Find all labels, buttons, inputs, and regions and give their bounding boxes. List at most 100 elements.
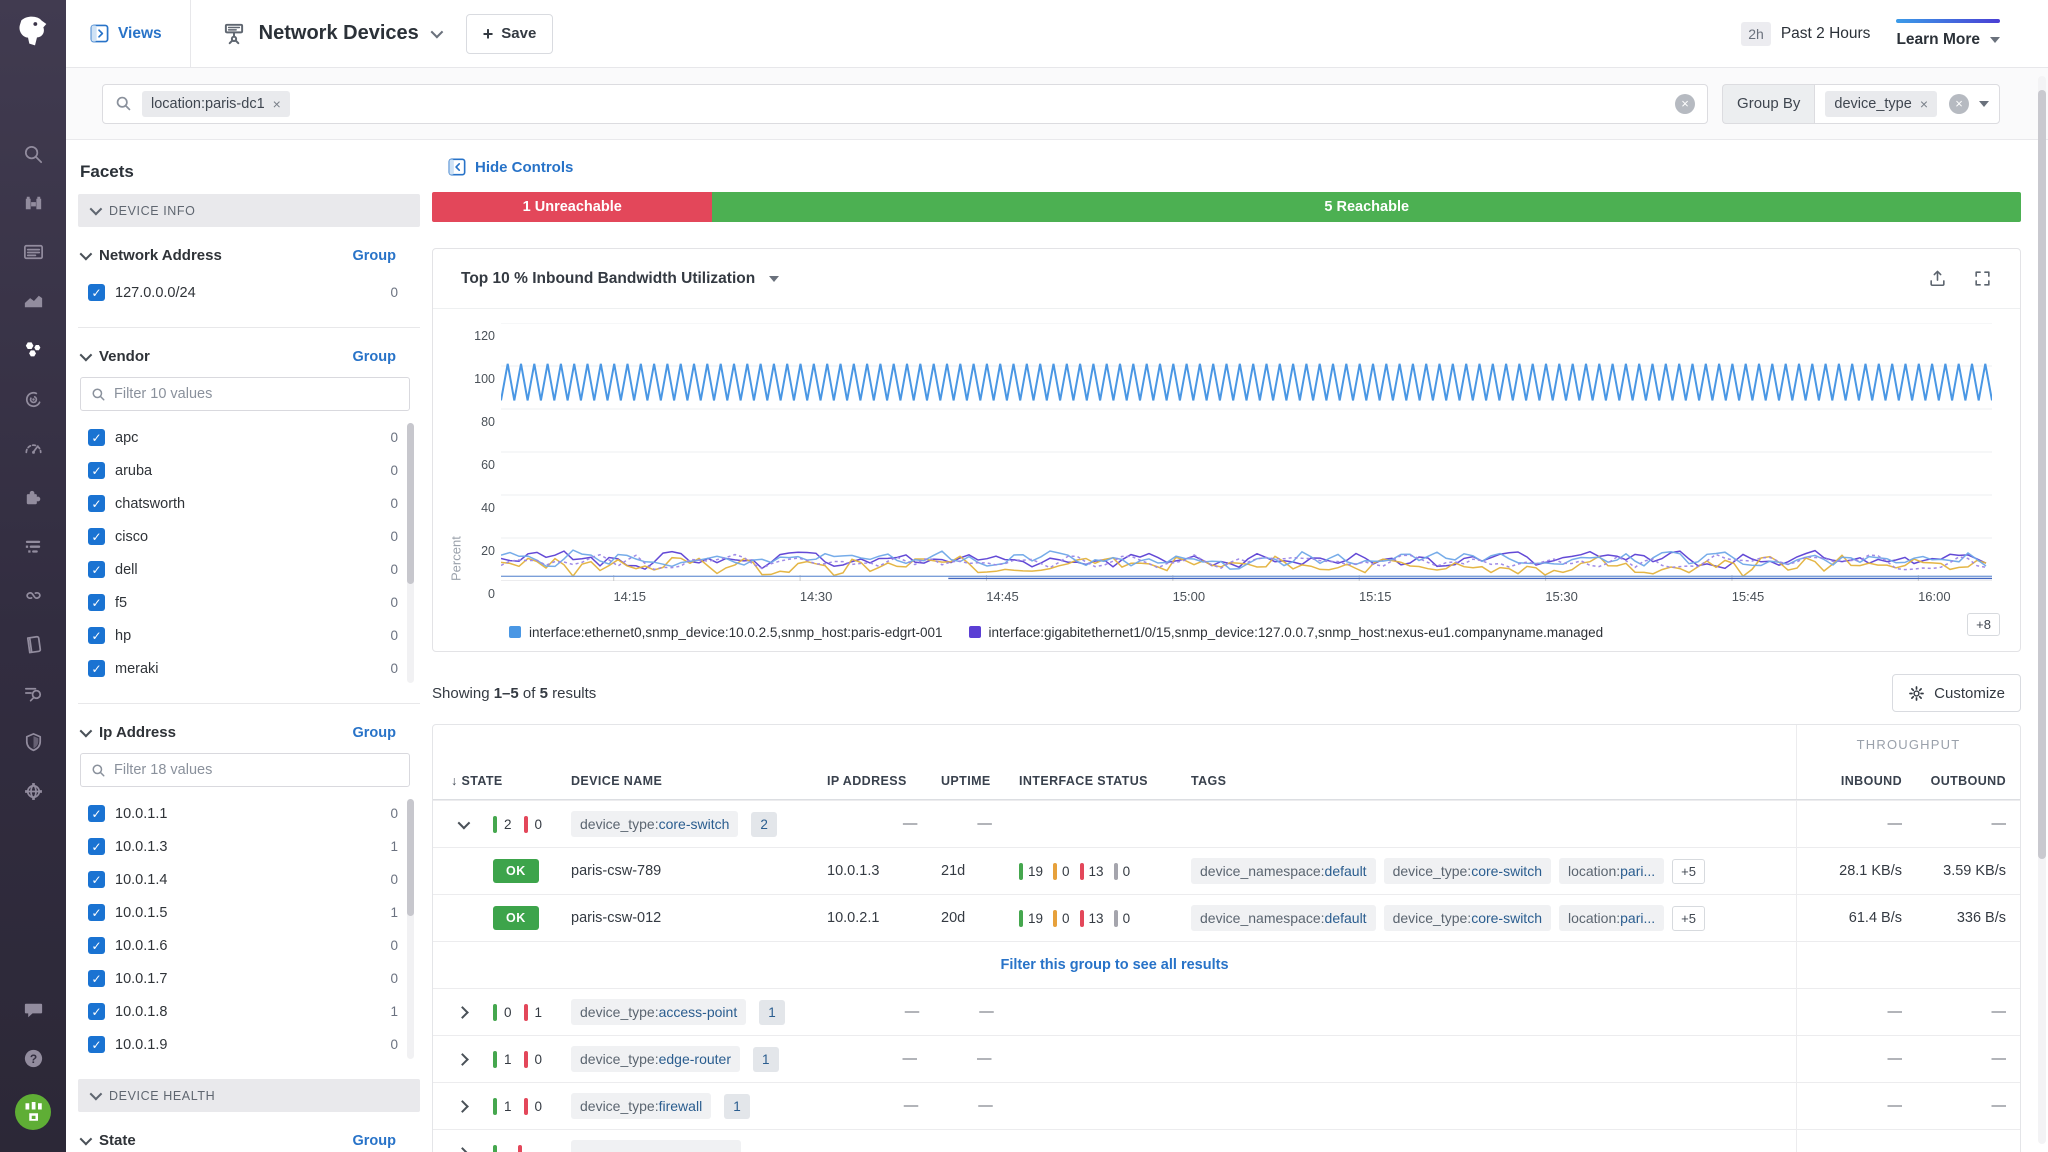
clear-search-icon[interactable]: × <box>1675 94 1695 114</box>
uptime-column-header[interactable]: UPTIME <box>941 774 1019 788</box>
checkbox-checked[interactable]: ✓ <box>88 871 105 888</box>
checkbox-checked[interactable]: ✓ <box>88 429 105 446</box>
save-button[interactable]: + Save <box>466 14 554 54</box>
group-tag[interactable]: device_type:firewall <box>571 1093 711 1119</box>
group-by-caret-icon[interactable] <box>1979 101 1989 107</box>
tags-column-header[interactable]: TAGS <box>1191 774 1796 788</box>
chart-plot[interactable] <box>501 323 1992 581</box>
ip-scrollbar[interactable] <box>407 799 414 1059</box>
checkbox-checked[interactable]: ✓ <box>88 495 105 512</box>
state-column-header[interactable]: ↓ STATE <box>433 774 571 788</box>
group-tag[interactable]: device_type:access-point <box>571 999 746 1025</box>
remove-filter-icon[interactable]: × <box>273 96 281 112</box>
group-link[interactable]: Group <box>353 1133 397 1149</box>
checkbox-checked[interactable]: ✓ <box>88 1003 105 1020</box>
table-group-row[interactable]: 0 1 device_type:access-point1 — — — — <box>433 988 2020 1035</box>
security-icon[interactable] <box>21 730 45 754</box>
group-by-tag[interactable]: device_type × <box>1825 91 1937 117</box>
search-icon[interactable] <box>21 142 45 166</box>
table-group-row[interactable]: 2 0 device_type:core-switch2 — — — — <box>433 800 2020 847</box>
search-filter-tag[interactable]: location:paris-dc1 × <box>142 91 290 117</box>
group-link[interactable]: Group <box>353 725 397 741</box>
facet-group-vendor[interactable]: Vendor Group <box>80 348 418 365</box>
device-tag[interactable]: location:pari... <box>1559 858 1664 884</box>
vendor-scrollbar[interactable] <box>407 423 414 683</box>
search-input[interactable]: location:paris-dc1 × × <box>102 84 1708 124</box>
table-device-row[interactable]: OK paris-csw-012 10.0.2.1 20d 19 0 13 0 … <box>433 894 2020 941</box>
checkbox-checked[interactable]: ✓ <box>88 284 105 301</box>
hide-controls-button[interactable]: Hide Controls <box>448 158 2021 176</box>
filter-group-link[interactable]: Filter this group to see all results <box>433 957 1796 973</box>
dashboards-icon[interactable] <box>21 240 45 264</box>
checkbox-checked[interactable]: ✓ <box>88 627 105 644</box>
ci-icon[interactable] <box>21 583 45 607</box>
chart-title-dropdown[interactable]: Top 10 % Inbound Bandwidth Utilization <box>461 270 779 288</box>
checkbox-checked[interactable]: ✓ <box>88 561 105 578</box>
group-by-value-box[interactable]: device_type × × <box>1814 84 2000 124</box>
network-icon[interactable] <box>21 779 45 803</box>
title-chevron-down-icon[interactable] <box>430 26 443 39</box>
metrics-icon[interactable] <box>21 289 45 313</box>
device-tag[interactable]: device_type:core-switch <box>1384 858 1551 884</box>
checkbox-checked[interactable]: ✓ <box>88 528 105 545</box>
time-range-picker[interactable]: 2h Past 2 Hours <box>1741 22 1870 46</box>
watchdog-icon[interactable] <box>21 191 45 215</box>
export-icon[interactable] <box>1928 269 1947 288</box>
group-link[interactable]: Group <box>353 248 397 264</box>
datadog-logo[interactable] <box>0 0 66 64</box>
checkbox-checked[interactable]: ✓ <box>88 937 105 954</box>
views-button[interactable]: Views <box>90 24 162 43</box>
device-name-column-header[interactable]: DEVICE NAME <box>571 774 827 788</box>
chat-feedback-icon[interactable] <box>21 998 45 1022</box>
remove-group-by-icon[interactable]: × <box>1920 96 1928 112</box>
device-tag[interactable]: location:pari... <box>1559 905 1664 931</box>
ip-column-header[interactable]: IP ADDRESS <box>827 774 941 788</box>
checkbox-checked[interactable]: ✓ <box>88 838 105 855</box>
outbound-column-header[interactable]: OUTBOUND <box>1902 774 2006 788</box>
learn-more-button[interactable]: Learn More <box>1896 19 2000 49</box>
device-name[interactable]: paris-csw-789 <box>571 863 827 879</box>
more-tags-badge[interactable]: +5 <box>1672 859 1705 884</box>
group-tag[interactable]: device_type:core-switch <box>571 811 738 837</box>
checkbox-checked[interactable]: ✓ <box>88 462 105 479</box>
checkbox-checked[interactable]: ✓ <box>88 594 105 611</box>
help-icon[interactable]: ? <box>21 1046 45 1070</box>
checkbox-checked[interactable]: ✓ <box>88 1036 105 1053</box>
clear-group-by-icon[interactable]: × <box>1949 94 1969 114</box>
inbound-column-header[interactable]: INBOUND <box>1802 774 1902 788</box>
facet-group-state[interactable]: State Group <box>80 1132 418 1149</box>
table-group-row[interactable]: 1 0 device_type:firewall1 — — — — <box>433 1082 2020 1129</box>
table-device-row[interactable]: OK paris-csw-789 10.0.1.3 21d 19 0 13 0 … <box>433 847 2020 894</box>
checkbox-checked[interactable]: ✓ <box>88 970 105 987</box>
integrations-icon[interactable] <box>21 485 45 509</box>
table-group-row-partial[interactable] <box>433 1129 2020 1152</box>
group-tag[interactable] <box>571 1140 741 1152</box>
device-tag[interactable]: device_namespace:default <box>1191 858 1376 884</box>
audit-trail-icon[interactable] <box>21 681 45 705</box>
facet-group-network-address[interactable]: Network Address Group <box>80 247 418 264</box>
page-scrollbar[interactable] <box>2038 76 2046 1144</box>
group-tag[interactable]: device_type:edge-router <box>571 1046 740 1072</box>
facet-section-device-health[interactable]: DEVICE HEALTH <box>78 1079 420 1112</box>
user-avatar[interactable] <box>15 1094 51 1130</box>
customize-button[interactable]: Customize <box>1892 674 2021 712</box>
gauge-icon[interactable] <box>21 436 45 460</box>
notebooks-icon[interactable] <box>21 632 45 656</box>
fullscreen-icon[interactable] <box>1973 269 1992 288</box>
log-pipelines-icon[interactable] <box>21 534 45 558</box>
checkbox-checked[interactable]: ✓ <box>88 805 105 822</box>
unreachable-segment[interactable]: 1 Unreachable <box>432 192 712 222</box>
page-title-group[interactable]: Network Devices <box>221 21 440 47</box>
facet-group-ip-address[interactable]: Ip Address Group <box>80 724 418 741</box>
table-group-row[interactable]: 1 0 device_type:edge-router1 — — — — <box>433 1035 2020 1082</box>
interface-status-column-header[interactable]: INTERFACE STATUS <box>1019 774 1191 788</box>
device-name[interactable]: paris-csw-012 <box>571 910 827 926</box>
reachable-segment[interactable]: 5 Reachable <box>712 192 2021 222</box>
device-tag[interactable]: device_namespace:default <box>1191 905 1376 931</box>
vendor-filter-input[interactable]: Filter 10 values <box>80 377 410 411</box>
legend-item[interactable]: interface:gigabitethernet1/0/15,snmp_dev… <box>969 625 1604 640</box>
infrastructure-icon[interactable] <box>21 338 45 362</box>
legend-item[interactable]: interface:ethernet0,snmp_device:10.0.2.5… <box>509 625 943 640</box>
facet-section-device-info[interactable]: DEVICE INFO <box>78 194 420 227</box>
more-tags-badge[interactable]: +5 <box>1672 906 1705 931</box>
